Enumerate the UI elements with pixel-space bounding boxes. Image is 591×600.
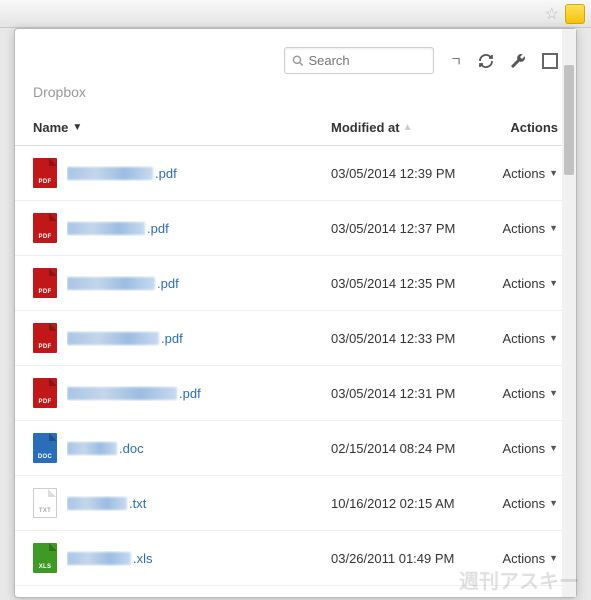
wrench-icon[interactable]	[510, 53, 526, 69]
chevron-down-icon: ▼	[549, 223, 558, 233]
file-ext: .pdf	[155, 166, 177, 181]
chevron-down-icon: ▼	[549, 443, 558, 453]
redacted-name	[67, 222, 145, 235]
actions-label: Actions	[502, 496, 545, 511]
breadcrumb[interactable]: Dropbox	[15, 84, 576, 110]
sort-desc-icon: ▼	[72, 122, 82, 133]
refresh-icon[interactable]	[478, 53, 494, 69]
search-icon	[292, 54, 303, 67]
file-ext: .txt	[129, 496, 146, 511]
actions-label: Actions	[502, 166, 545, 181]
dropbox-popup: ㄱ Dropbox Name ▼ Modified at ▲ Actions P…	[14, 28, 577, 598]
actions-dropdown[interactable]: Actions ▼	[486, 221, 558, 236]
table-row[interactable]: PDF .pdf 03/05/2014 12:31 PM Actions ▼	[15, 366, 576, 421]
redacted-name	[67, 497, 127, 510]
toolbar: ㄱ	[15, 29, 576, 84]
modified-at: 03/05/2014 12:39 PM	[331, 166, 486, 181]
sort-asc-icon: ▲	[403, 122, 413, 133]
modified-at: 03/05/2014 12:37 PM	[331, 221, 486, 236]
table-row[interactable]: TXT .txt 10/16/2012 02:15 AM Actions ▼	[15, 476, 576, 531]
chevron-down-icon: ▼	[549, 498, 558, 508]
modified-at: 03/26/2011 01:49 PM	[331, 551, 486, 566]
pdf-file-icon: PDF	[33, 378, 57, 408]
modified-at: 03/05/2014 12:33 PM	[331, 331, 486, 346]
search-input[interactable]	[308, 53, 426, 68]
actions-label: Actions	[502, 441, 545, 456]
file-name[interactable]: .doc	[67, 441, 331, 456]
redacted-name	[67, 277, 155, 290]
redacted-name	[67, 167, 153, 180]
chevron-down-icon: ▼	[549, 278, 558, 288]
file-name[interactable]: .txt	[67, 496, 331, 511]
doc-file-icon: DOC	[33, 433, 57, 463]
expand-icon[interactable]	[542, 53, 558, 69]
table-row[interactable]: PDF .pdf 03/05/2014 12:37 PM Actions ▼	[15, 201, 576, 256]
redacted-name	[67, 387, 177, 400]
actions-label: Actions	[502, 331, 545, 346]
file-ext: .pdf	[161, 331, 183, 346]
txt-file-icon: TXT	[33, 488, 57, 518]
actions-dropdown[interactable]: Actions ▼	[486, 166, 558, 181]
actions-label: Actions	[502, 276, 545, 291]
actions-label: Actions	[502, 551, 545, 566]
file-ext: .pdf	[179, 386, 201, 401]
search-box[interactable]	[284, 47, 434, 74]
xls-file-icon: XLS	[33, 543, 57, 573]
actions-dropdown[interactable]: Actions ▼	[486, 331, 558, 346]
actions-dropdown[interactable]: Actions ▼	[486, 551, 558, 566]
modified-at: 02/15/2014 08:24 PM	[331, 441, 486, 456]
actions-dropdown[interactable]: Actions ▼	[486, 496, 558, 511]
file-ext: .doc	[119, 441, 144, 456]
file-name[interactable]: .pdf	[67, 331, 331, 346]
path-indicator: ㄱ	[450, 51, 462, 70]
scrollbar[interactable]	[562, 29, 576, 597]
table-row[interactable]: PDF .pdf 03/05/2014 12:35 PM Actions ▼	[15, 256, 576, 311]
header-name[interactable]: Name ▼	[33, 120, 331, 135]
file-ext: .pdf	[147, 221, 169, 236]
redacted-name	[67, 332, 159, 345]
modified-at: 10/16/2012 02:15 AM	[331, 496, 486, 511]
file-name[interactable]: .pdf	[67, 276, 331, 291]
modified-at: 03/05/2014 12:31 PM	[331, 386, 486, 401]
actions-dropdown[interactable]: Actions ▼	[486, 276, 558, 291]
scroll-thumb[interactable]	[564, 65, 574, 175]
file-name[interactable]: .xls	[67, 551, 331, 566]
file-ext: .pdf	[157, 276, 179, 291]
redacted-name	[67, 442, 117, 455]
chevron-down-icon: ▼	[549, 388, 558, 398]
actions-label: Actions	[502, 386, 545, 401]
table-row[interactable]: DOC.doc10/17/2012 03:16 AMActions▼	[15, 586, 576, 597]
extension-icon[interactable]	[565, 4, 585, 24]
bookmark-star-icon[interactable]: ☆	[545, 4, 559, 24]
chevron-down-icon: ▼	[549, 168, 558, 178]
header-name-label: Name	[33, 120, 68, 135]
actions-label: Actions	[502, 221, 545, 236]
table-header: Name ▼ Modified at ▲ Actions	[15, 110, 576, 146]
browser-toolbar: ☆	[0, 0, 591, 28]
modified-at: 03/05/2014 12:35 PM	[331, 276, 486, 291]
file-name[interactable]: .pdf	[67, 386, 331, 401]
table-row[interactable]: DOC .doc 02/15/2014 08:24 PM Actions ▼	[15, 421, 576, 476]
pdf-file-icon: PDF	[33, 213, 57, 243]
actions-dropdown[interactable]: Actions ▼	[486, 386, 558, 401]
header-modified[interactable]: Modified at ▲	[331, 120, 486, 135]
actions-dropdown[interactable]: Actions ▼	[486, 441, 558, 456]
pdf-file-icon: PDF	[33, 323, 57, 353]
header-modified-label: Modified at	[331, 120, 400, 135]
chevron-down-icon: ▼	[549, 333, 558, 343]
file-name[interactable]: .pdf	[67, 166, 331, 181]
redacted-name	[67, 552, 131, 565]
file-ext: .xls	[133, 551, 153, 566]
pdf-file-icon: PDF	[33, 158, 57, 188]
chevron-down-icon: ▼	[549, 553, 558, 563]
table-row[interactable]: PDF .pdf 03/05/2014 12:39 PM Actions ▼	[15, 146, 576, 201]
header-actions: Actions	[486, 120, 558, 135]
table-row[interactable]: XLS .xls 03/26/2011 01:49 PM Actions ▼	[15, 531, 576, 586]
table-row[interactable]: PDF .pdf 03/05/2014 12:33 PM Actions ▼	[15, 311, 576, 366]
file-name[interactable]: .pdf	[67, 221, 331, 236]
pdf-file-icon: PDF	[33, 268, 57, 298]
file-list: PDF .pdf 03/05/2014 12:39 PM Actions ▼ PDF .pd…	[15, 146, 576, 597]
